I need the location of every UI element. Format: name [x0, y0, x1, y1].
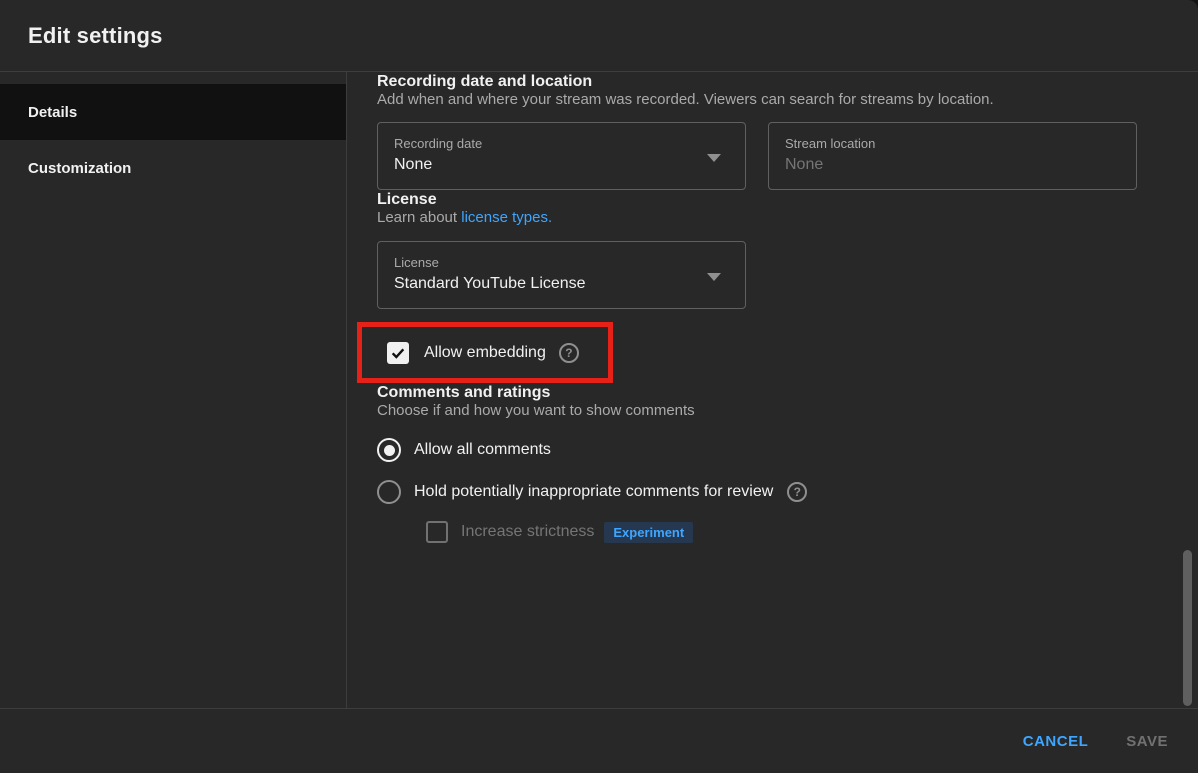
increase-strictness-label: Increase strictness [461, 523, 594, 541]
help-icon[interactable]: ? [787, 482, 807, 502]
edit-settings-dialog: Edit settings Details Customization Reco… [0, 0, 1198, 773]
sidebar-item-customization[interactable]: Customization [0, 140, 346, 196]
field-label: Stream location [785, 136, 1120, 151]
field-label: License [394, 255, 729, 270]
radio-button-icon [377, 438, 401, 462]
dialog-header: Edit settings [0, 0, 1198, 72]
field-placeholder: None [785, 155, 1120, 175]
comments-section-heading: Comments and ratings [377, 383, 1198, 403]
recording-section-heading: Recording date and location [377, 72, 1198, 92]
sidebar-item-label: Customization [28, 160, 131, 177]
license-field-row: License Standard YouTube License [377, 241, 1198, 309]
save-button[interactable]: SAVE [1126, 733, 1168, 750]
field-value: None [394, 155, 729, 175]
settings-content: Recording date and location Add when and… [347, 72, 1198, 708]
recording-section-description: Add when and where your stream was recor… [377, 92, 1198, 108]
license-dropdown[interactable]: License Standard YouTube License [377, 241, 746, 309]
sidebar-item-label: Details [28, 104, 77, 121]
learn-prefix: Learn about [377, 209, 461, 226]
scrollbar-thumb[interactable] [1183, 550, 1192, 706]
experiment-badge: Experiment [604, 522, 693, 543]
allow-embedding-checkbox[interactable] [387, 342, 409, 364]
help-icon[interactable]: ? [559, 343, 579, 363]
cancel-button[interactable]: CANCEL [1023, 733, 1089, 750]
radio-dot [384, 445, 395, 456]
dropdown-arrow-icon [707, 273, 721, 281]
radio-button-icon [377, 480, 401, 504]
dialog-body: Details Customization Recording date and… [0, 72, 1198, 709]
recording-date-dropdown[interactable]: Recording date None [377, 122, 746, 190]
allow-embedding-label: Allow embedding [424, 344, 546, 362]
license-section-heading: License [377, 190, 1198, 210]
checkmark-icon [390, 345, 406, 361]
page-title: Edit settings [28, 23, 163, 49]
radio-allow-all-comments[interactable]: Allow all comments [377, 438, 1198, 462]
field-label: Recording date [394, 136, 729, 151]
radio-label: Allow all comments [414, 441, 551, 459]
comments-section-description: Choose if and how you want to show comme… [377, 403, 1198, 419]
recording-fields-row: Recording date None Stream location None [377, 122, 1198, 190]
license-types-link[interactable]: license types. [461, 209, 552, 226]
radio-hold-comments-for-review[interactable]: Hold potentially inappropriate comments … [377, 480, 1198, 504]
red-highlight-box: Allow embedding ? [357, 322, 613, 383]
increase-strictness-row[interactable]: Increase strictness Experiment [377, 521, 1198, 543]
increase-strictness-checkbox[interactable] [426, 521, 448, 543]
license-learn-text: Learn about license types. [377, 210, 1198, 226]
field-value: Standard YouTube License [394, 274, 729, 294]
sidebar-item-details[interactable]: Details [0, 84, 346, 140]
sidebar: Details Customization [0, 72, 347, 708]
dropdown-arrow-icon [707, 154, 721, 162]
radio-label: Hold potentially inappropriate comments … [414, 483, 773, 501]
stream-location-field[interactable]: Stream location None [768, 122, 1137, 190]
dialog-footer: CANCEL SAVE [0, 709, 1198, 773]
